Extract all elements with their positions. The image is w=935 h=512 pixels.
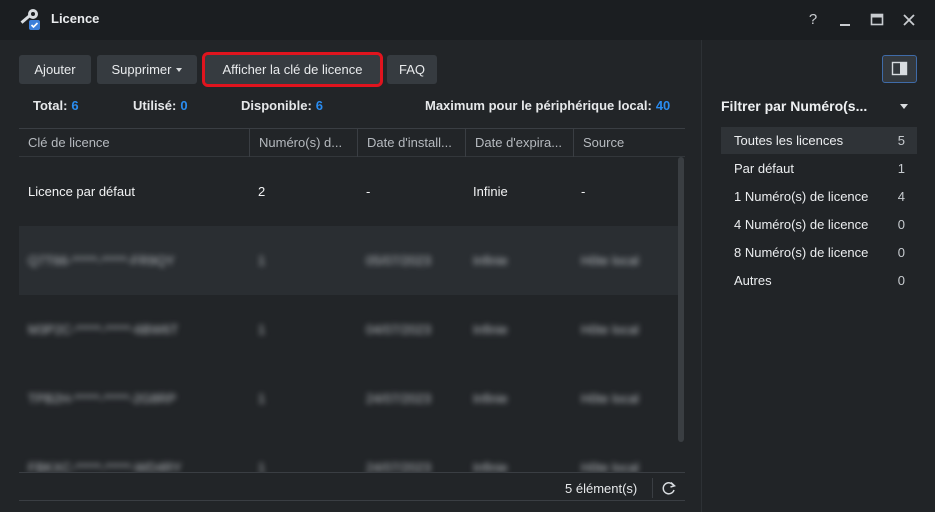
column-install-date[interactable]: Date d'install... xyxy=(357,129,465,157)
cell-install-date: 04/07/2023 xyxy=(366,322,432,337)
title-bar: Licence ? xyxy=(0,0,935,40)
delete-button[interactable]: Supprimer xyxy=(97,55,197,84)
stat-total: Total: 6 xyxy=(33,98,79,113)
table-row[interactable]: Licence par défaut 2 - Infinie - xyxy=(19,157,679,226)
stat-used-label: Utilisé: xyxy=(133,98,177,113)
table-row[interactable]: M3P2C-*****-*****-6BW6T 1 04/07/2023 Inf… xyxy=(19,295,679,364)
cell-source: Hôte local xyxy=(581,322,639,337)
stat-available-label: Disponible: xyxy=(241,98,312,113)
table-row[interactable]: Q7T66-*****-*****-FR9QY 1 05/07/2023 Inf… xyxy=(19,226,679,295)
stat-used: Utilisé: 0 xyxy=(133,98,188,113)
chevron-down-icon[interactable] xyxy=(900,104,908,109)
cell-license-count: 1 xyxy=(258,322,266,337)
faq-button[interactable]: FAQ xyxy=(387,55,437,84)
filter-item-count: 0 xyxy=(897,273,905,288)
table-scrollbar[interactable] xyxy=(678,157,684,442)
filter-item-1-license[interactable]: 1 Numéro(s) de licence 4 xyxy=(721,183,917,210)
cell-expiry-date: Infinie xyxy=(473,391,508,406)
filter-title[interactable]: Filtrer par Numéro(s... xyxy=(721,98,867,114)
cell-source: - xyxy=(581,184,586,199)
cell-expiry-date: Infinie xyxy=(473,253,508,268)
filter-item-label: 8 Numéro(s) de licence xyxy=(734,245,869,260)
column-expiry-date[interactable]: Date d'expira... xyxy=(465,129,573,157)
stat-used-value: 0 xyxy=(180,98,188,113)
cell-license-key: FBKXC-*****-*****-WD4RY xyxy=(28,460,182,472)
cell-license-key: TPB2H-*****-*****-2G8RP xyxy=(28,391,177,406)
panel-toggle-icon[interactable] xyxy=(882,55,917,83)
table-row[interactable]: FBKXC-*****-*****-WD4RY 1 24/07/2023 Inf… xyxy=(19,433,679,472)
refresh-icon[interactable] xyxy=(652,478,684,498)
stat-max-local: Maximum pour le périphérique local: 40 xyxy=(425,98,670,113)
key-license-icon xyxy=(20,9,40,30)
cell-license-count: 2 xyxy=(258,184,266,199)
filter-item-default[interactable]: Par défaut 1 xyxy=(721,155,917,182)
filter-item-count: 5 xyxy=(897,133,905,148)
cell-install-date: 24/07/2023 xyxy=(366,391,432,406)
help-icon[interactable]: ? xyxy=(802,9,824,31)
filter-item-count: 0 xyxy=(897,245,905,260)
add-button[interactable]: Ajouter xyxy=(19,55,91,84)
stat-available: Disponible: 6 xyxy=(241,98,323,113)
cell-expiry-date: Infinie xyxy=(473,184,508,199)
cell-expiry-date: Infinie xyxy=(473,460,508,472)
add-button-label: Ajouter xyxy=(34,62,76,77)
minimize-icon[interactable] xyxy=(834,9,856,31)
stat-total-label: Total: xyxy=(33,98,68,113)
cell-license-count: 1 xyxy=(258,253,266,268)
column-license-key[interactable]: Clé de licence xyxy=(19,129,249,157)
filter-item-count: 0 xyxy=(897,217,905,232)
filter-item-others[interactable]: Autres 0 xyxy=(721,267,917,294)
cell-expiry-date: Infinie xyxy=(473,322,508,337)
cell-source: Hôte local xyxy=(581,253,639,268)
cell-install-date: 24/07/2023 xyxy=(366,460,432,472)
filter-item-label: 1 Numéro(s) de licence xyxy=(734,189,869,204)
cell-license-count: 1 xyxy=(258,391,266,406)
table-row[interactable]: TPB2H-*****-*****-2G8RP 1 24/07/2023 Inf… xyxy=(19,364,679,433)
cell-license-key: Q7T66-*****-*****-FR9QY xyxy=(28,253,175,268)
filter-item-count: 1 xyxy=(897,161,905,176)
stat-max-value: 40 xyxy=(655,98,671,113)
column-source[interactable]: Source xyxy=(573,129,685,157)
cell-license-count: 1 xyxy=(258,460,266,472)
filter-item-label: Toutes les licences xyxy=(734,133,844,148)
filter-item-label: Par défaut xyxy=(734,161,794,176)
stat-total-value: 6 xyxy=(71,98,79,113)
filter-item-all[interactable]: Toutes les licences 5 xyxy=(721,127,917,154)
chevron-down-icon xyxy=(176,67,183,72)
close-icon[interactable] xyxy=(898,9,920,31)
window-title: Licence xyxy=(51,11,100,26)
filter-item-count: 4 xyxy=(897,189,905,204)
cell-license-key: Licence par défaut xyxy=(28,184,135,199)
cell-source: Hôte local xyxy=(581,460,639,472)
stat-available-value: 6 xyxy=(315,98,324,113)
delete-button-label: Supprimer xyxy=(111,62,172,77)
filter-item-8-license[interactable]: 8 Numéro(s) de licence 0 xyxy=(721,239,917,266)
filter-item-label: 4 Numéro(s) de licence xyxy=(734,217,869,232)
filter-item-4-license[interactable]: 4 Numéro(s) de licence 0 xyxy=(721,211,917,238)
cell-license-key: M3P2C-*****-*****-6BW6T xyxy=(28,322,179,337)
filter-item-label: Autres xyxy=(734,273,772,288)
show-license-key-label: Afficher la clé de licence xyxy=(222,62,363,77)
maximize-icon[interactable] xyxy=(866,9,888,31)
cell-install-date: 05/07/2023 xyxy=(366,253,432,268)
faq-button-label: FAQ xyxy=(398,62,425,77)
table-header: Clé de licence Numéro(s) d... Date d'ins… xyxy=(19,128,685,157)
cell-install-date: - xyxy=(366,184,371,199)
item-count: 5 élément(s) xyxy=(565,481,638,496)
show-license-key-button[interactable]: Afficher la clé de licence xyxy=(202,52,383,87)
stat-max-label: Maximum pour le périphérique local: xyxy=(425,98,652,113)
column-license-count[interactable]: Numéro(s) d... xyxy=(249,129,357,157)
cell-source: Hôte local xyxy=(581,391,639,406)
